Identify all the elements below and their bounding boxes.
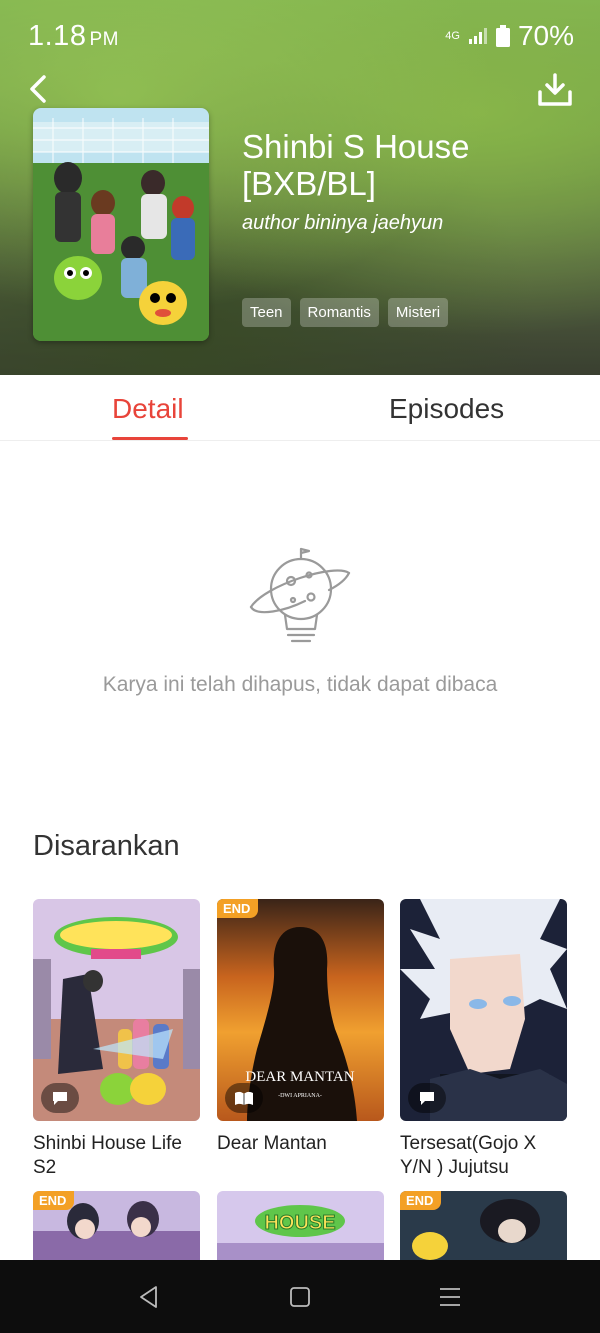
cover-title: DEAR MANTAN xyxy=(245,1069,354,1085)
card-cover xyxy=(33,899,200,1121)
recommended-card[interactable]: END xyxy=(33,1191,200,1261)
card-cover: END xyxy=(400,1191,567,1261)
card-cover: DEAR MANTAN -DWI APRIANA- END xyxy=(217,899,384,1121)
status-indicators: 4G 70% xyxy=(445,20,574,52)
tag-romantis[interactable]: Romantis xyxy=(299,298,379,327)
recommended-card[interactable]: Shinbi House Life S2 xyxy=(33,899,200,1180)
card-cover xyxy=(400,899,567,1121)
system-nav-bar xyxy=(0,1260,600,1333)
status-time: 1.18 PM xyxy=(28,20,119,53)
recommended-card[interactable]: HOUSE xyxy=(217,1191,384,1261)
nav-menu-icon[interactable] xyxy=(437,1284,463,1310)
card-cover: END xyxy=(33,1191,200,1261)
empty-state-message: Karya ini telah dihapus, tidak dapat dib… xyxy=(102,673,498,696)
chat-icon xyxy=(408,1083,446,1113)
book-author: author bininya jaehyun xyxy=(242,212,444,234)
chat-icon xyxy=(41,1083,79,1113)
network-type: 4G xyxy=(445,30,460,42)
book-icon xyxy=(225,1083,263,1113)
book-cover xyxy=(33,108,209,341)
active-tab-indicator xyxy=(112,437,188,440)
download-button[interactable] xyxy=(536,72,574,108)
tag-teen[interactable]: Teen xyxy=(242,298,291,327)
recommended-card[interactable]: DEAR MANTAN -DWI APRIANA- END Dear Manta… xyxy=(217,899,384,1156)
card-cover: HOUSE xyxy=(217,1191,384,1261)
card-title: Shinbi House Life S2 xyxy=(33,1133,182,1178)
status-time-period: PM xyxy=(89,29,119,50)
battery-icon xyxy=(495,25,510,47)
tag-misteri[interactable]: Misteri xyxy=(387,298,449,327)
tab-episodes[interactable]: Episodes xyxy=(389,393,504,425)
recommended-section-title: Disarankan xyxy=(33,830,180,862)
tab-bar: Detail Episodes xyxy=(0,375,600,441)
nav-back-icon[interactable] xyxy=(136,1284,162,1310)
recommended-card[interactable]: Tersesat(Gojo X Y/N ) Jujutsu xyxy=(400,899,567,1180)
tag-list: Teen Romantis Misteri xyxy=(242,298,449,327)
end-badge: END xyxy=(33,1191,75,1210)
status-time-value: 1.18 xyxy=(28,20,87,52)
end-badge: END xyxy=(400,1191,442,1210)
cover-illustration xyxy=(33,108,209,341)
signal-icon xyxy=(468,28,487,44)
end-badge: END xyxy=(217,899,259,918)
back-button[interactable] xyxy=(22,70,58,108)
cover-subtitle: -DWI APRIANA- xyxy=(278,1093,322,1099)
battery-level: 70% xyxy=(517,20,574,51)
planet-bulb-icon xyxy=(249,547,351,643)
card-title: Dear Mantan xyxy=(217,1133,327,1154)
book-header: 1.18 PM 4G 70% Shinbi S House [BXB/BL] a… xyxy=(0,0,600,375)
status-bar: 1.18 PM 4G 70% xyxy=(0,0,600,72)
book-title: Shinbi S House [BXB/BL] xyxy=(242,128,470,202)
cover-title: HOUSE xyxy=(264,1212,335,1234)
nav-home-icon[interactable] xyxy=(287,1284,313,1310)
recommended-card[interactable]: END xyxy=(400,1191,567,1261)
card-title: Tersesat(Gojo X Y/N ) Jujutsu xyxy=(400,1133,537,1178)
tab-detail[interactable]: Detail xyxy=(112,393,184,425)
